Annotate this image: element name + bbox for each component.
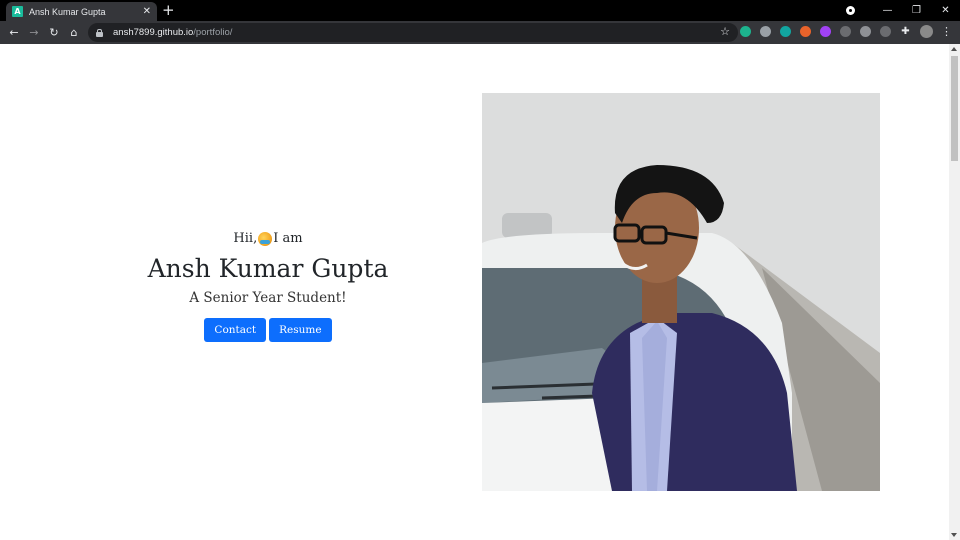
scroll-thumb[interactable]: [951, 56, 958, 161]
lock-icon[interactable]: [96, 28, 103, 37]
browser-tab-strip: A Ansh Kumar Gupta ✕ + — ❐ ✕: [0, 0, 960, 21]
page-viewport: Hii, I am Ansh Kumar Gupta A Senior Year…: [0, 44, 949, 540]
menu-kebab-icon[interactable]: ⋮: [941, 25, 952, 38]
media-control-icon[interactable]: [846, 6, 855, 15]
hero-subtitle: A Senior Year Student!: [189, 290, 347, 306]
scroll-up-icon[interactable]: [951, 47, 957, 51]
bottle-extension-icon[interactable]: [840, 26, 851, 37]
grammar-extension-icon[interactable]: [740, 26, 751, 37]
extensions-area: ✚ ⋮: [740, 25, 952, 38]
profile-photo-illustration: [482, 93, 880, 491]
hero-buttons: Contact Resume: [128, 318, 408, 342]
extensions-puzzle-icon[interactable]: ✚: [900, 26, 911, 37]
site-favicon-icon: A: [12, 6, 23, 17]
hero-text: Hii, I am Ansh Kumar Gupta A Senior Year…: [128, 230, 408, 342]
home-icon[interactable]: ⌂: [64, 26, 84, 39]
contact-button[interactable]: Contact: [204, 318, 267, 342]
scroll-down-icon[interactable]: [951, 533, 957, 537]
resume-button[interactable]: Resume: [269, 318, 332, 342]
forward-arrow-icon[interactable]: →: [24, 26, 44, 39]
browser-toolbar: ← → ↻ ⌂ ansh7899.github.io/portfolio/ ☆ …: [0, 21, 960, 44]
camera-extension-icon[interactable]: [760, 26, 771, 37]
back-arrow-icon[interactable]: ←: [4, 26, 24, 39]
greeting: Hii, I am: [128, 230, 408, 248]
url-text: ansh7899.github.io/portfolio/: [113, 27, 232, 38]
browser-tab[interactable]: A Ansh Kumar Gupta ✕: [6, 2, 157, 21]
url-path: /portfolio/: [193, 27, 233, 38]
greeting-prefix: Hii,: [233, 231, 258, 246]
url-host: ansh7899.github.io: [113, 27, 194, 38]
minimize-icon[interactable]: —: [873, 5, 902, 16]
new-tab-icon[interactable]: +: [162, 3, 175, 18]
circle-extension-icon[interactable]: [880, 26, 891, 37]
profile-photo: [482, 93, 880, 491]
reload-icon[interactable]: ↻: [44, 26, 64, 39]
waving-hand-icon: [258, 232, 273, 246]
vertical-scrollbar[interactable]: [949, 44, 960, 540]
settings-extension-icon[interactable]: [860, 26, 871, 37]
greeting-suffix: I am: [273, 231, 303, 246]
bookmark-star-icon[interactable]: ☆: [720, 25, 730, 38]
close-window-icon[interactable]: ✕: [931, 5, 960, 16]
profile-avatar[interactable]: [920, 25, 933, 38]
window-controls: — ❐ ✕: [846, 0, 960, 21]
address-bar[interactable]: ansh7899.github.io/portfolio/ ☆: [88, 23, 738, 42]
restore-icon[interactable]: ❐: [902, 5, 931, 16]
close-tab-icon[interactable]: ✕: [143, 6, 151, 17]
fire-extension-icon[interactable]: [800, 26, 811, 37]
m-extension-icon[interactable]: [780, 26, 791, 37]
purple-extension-icon[interactable]: [820, 26, 831, 37]
tab-title: Ansh Kumar Gupta: [29, 6, 106, 17]
hero-name: Ansh Kumar Gupta: [147, 254, 389, 283]
